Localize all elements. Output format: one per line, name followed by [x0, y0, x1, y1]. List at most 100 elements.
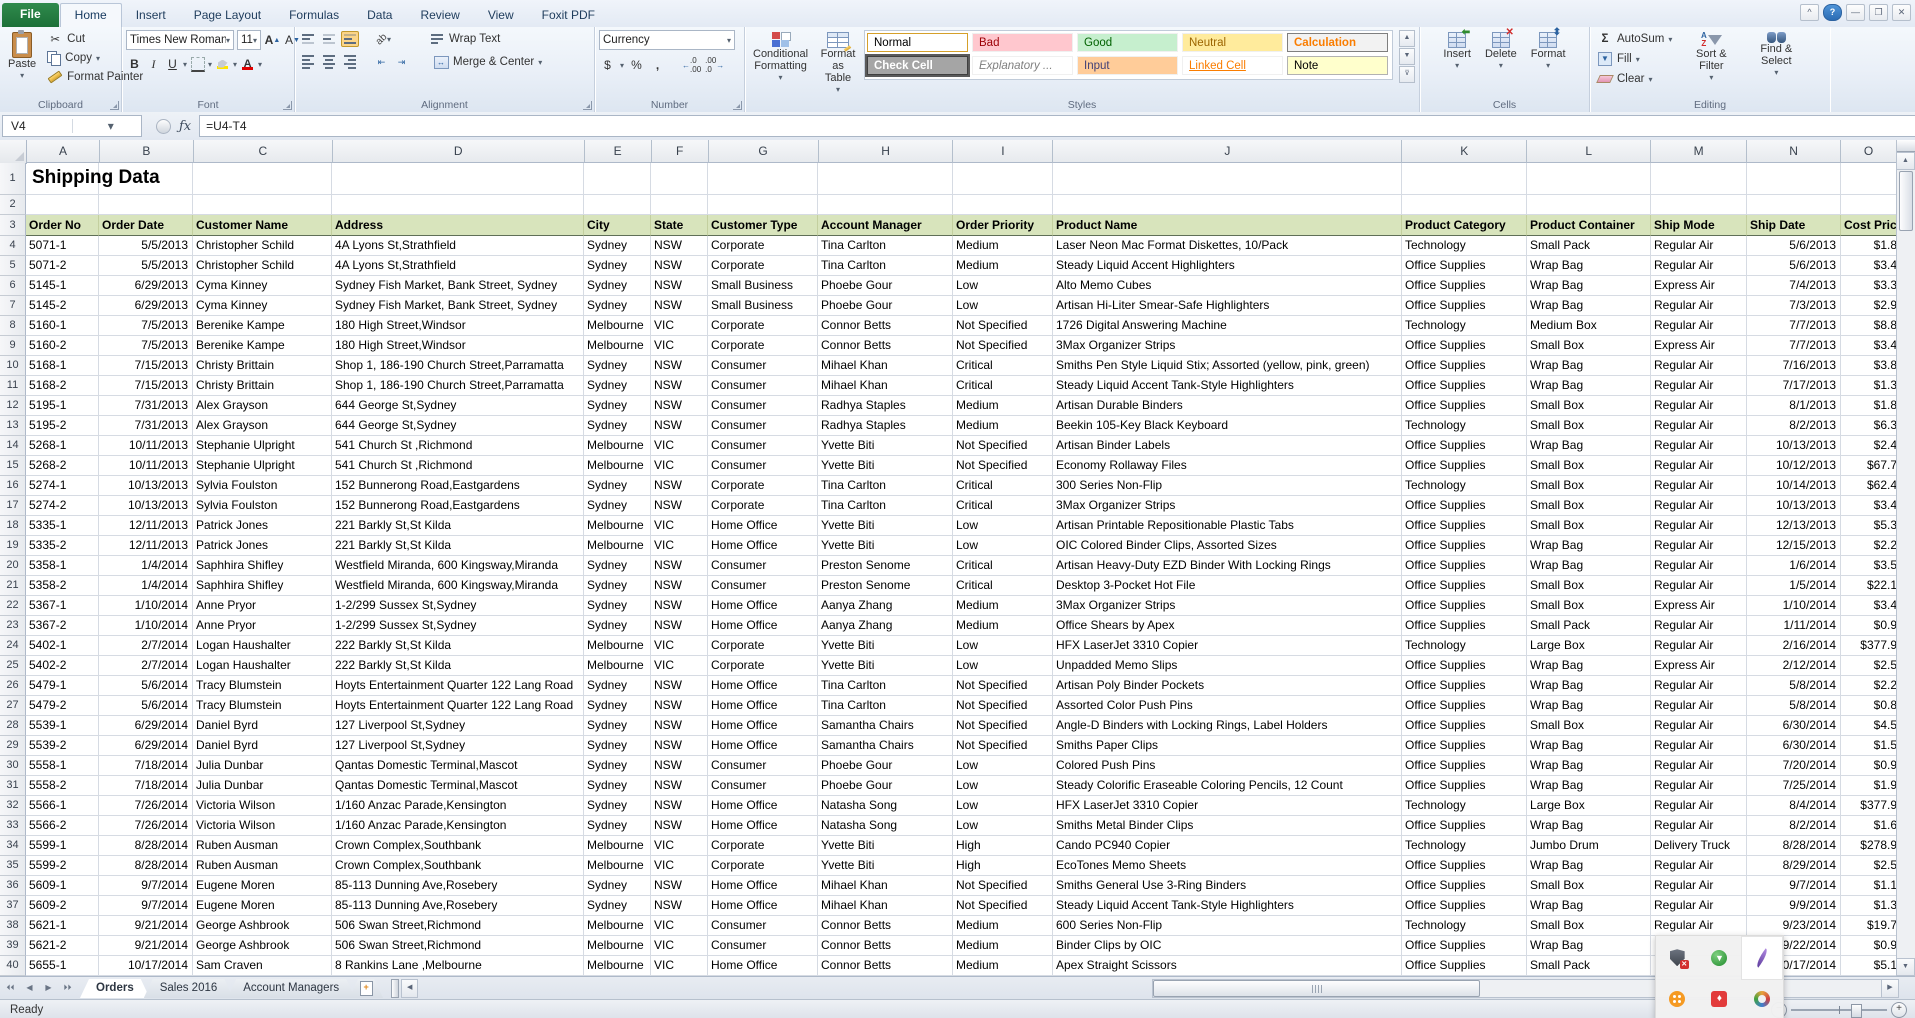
column-header-H[interactable]: H	[819, 140, 954, 163]
cell[interactable]: 7/17/2013	[1747, 376, 1841, 396]
hscroll-left-icon[interactable]: ◀	[401, 979, 418, 998]
cell[interactable]: Consumer	[708, 576, 818, 596]
cell[interactable]: Tina Carlton	[818, 696, 953, 716]
cell[interactable]: Regular Air	[1651, 756, 1747, 776]
cell[interactable]: Ruben Ausman	[193, 856, 332, 876]
vertical-scrollbar[interactable]: ▲ ▼	[1896, 140, 1915, 976]
cell[interactable]: Not Specified	[953, 456, 1053, 476]
cell[interactable]: Anne Pryor	[193, 596, 332, 616]
cell[interactable]: 1/4/2014	[99, 556, 193, 576]
cell[interactable]: Regular Air	[1651, 556, 1747, 576]
cell[interactable]: Large Box	[1527, 796, 1651, 816]
cell[interactable]: Smiths Metal Binder Clips	[1053, 816, 1402, 836]
cell[interactable]: Corporate	[708, 636, 818, 656]
cell[interactable]: Wrap Bag	[1527, 356, 1651, 376]
cell[interactable]: Wrap Bag	[1527, 296, 1651, 316]
cell[interactable]: Technology	[1402, 476, 1527, 496]
horizontal-scroll-thumb[interactable]	[1153, 980, 1480, 997]
cell[interactable]: Christy Brittain	[193, 376, 332, 396]
cell[interactable]: $1.3	[1841, 376, 1897, 396]
column-header-D[interactable]: D	[333, 140, 585, 163]
cell[interactable]: VIC	[651, 916, 708, 936]
cell[interactable]: 222 Barkly St,St Kilda	[332, 636, 584, 656]
cell[interactable]: $5.3	[1841, 516, 1897, 536]
cell[interactable]: Phoebe Gour	[818, 296, 953, 316]
cell[interactable]: Regular Air	[1651, 696, 1747, 716]
cell[interactable]: NSW	[651, 496, 708, 516]
cell[interactable]: 5335-2	[26, 536, 99, 556]
column-header-L[interactable]: L	[1527, 140, 1651, 163]
cell[interactable]: $1.8	[1841, 236, 1897, 256]
cell[interactable]: 5479-1	[26, 676, 99, 696]
row-header-15[interactable]: 15	[0, 456, 26, 476]
first-sheet-icon[interactable]: ⏴⏴	[2, 980, 19, 997]
column-label-cell[interactable]: Order Priority	[953, 215, 1053, 236]
cell[interactable]: Tina Carlton	[818, 676, 953, 696]
cell[interactable]: Aanya Zhang	[818, 616, 953, 636]
cell[interactable]: Yvette Biti	[818, 436, 953, 456]
cell[interactable]: 9/23/2014	[1747, 916, 1841, 936]
cell[interactable]: Tina Carlton	[818, 496, 953, 516]
cell[interactable]	[26, 195, 99, 215]
cell[interactable]: 7/26/2014	[99, 796, 193, 816]
cell[interactable]: 3Max Organizer Strips	[1053, 496, 1402, 516]
cell[interactable]: $1.3	[1841, 896, 1897, 916]
cell[interactable]: Qantas Domestic Terminal,Mascot	[332, 756, 584, 776]
cell[interactable]: Shop 1, 186-190 Church Street,Parramatta	[332, 376, 584, 396]
hscroll-right-icon[interactable]: ▶	[1881, 979, 1899, 998]
cell-style-note[interactable]: Note	[1287, 56, 1388, 75]
cell[interactable]: 5566-1	[26, 796, 99, 816]
cell[interactable]: Office Supplies	[1402, 856, 1527, 876]
cell[interactable]: Mihael Khan	[818, 896, 953, 916]
cell[interactable]: 9/21/2014	[99, 936, 193, 956]
row-header-36[interactable]: 36	[0, 876, 26, 896]
dock-item[interactable]: ▼	[1698, 936, 1740, 980]
cell[interactable]: Christopher Schild	[193, 236, 332, 256]
cell[interactable]: 7/4/2013	[1747, 276, 1841, 296]
cell[interactable]: Office Supplies	[1402, 716, 1527, 736]
cell[interactable]: 5/6/2013	[1747, 236, 1841, 256]
cell[interactable]: 221 Barkly St,St Kilda	[332, 536, 584, 556]
cell[interactable]: Office Supplies	[1402, 276, 1527, 296]
cell[interactable]: 7/16/2013	[1747, 356, 1841, 376]
cell[interactable]: VIC	[651, 956, 708, 976]
cell[interactable]: NSW	[651, 296, 708, 316]
cell[interactable]: 6/29/2014	[99, 736, 193, 756]
cell[interactable]: 5071-1	[26, 236, 99, 256]
cell[interactable]	[818, 163, 953, 195]
cell[interactable]: 5/8/2014	[1747, 676, 1841, 696]
cell[interactable]: Patrick Jones	[193, 536, 332, 556]
borders-icon[interactable]	[189, 55, 206, 73]
dock-item[interactable]	[1741, 980, 1783, 1018]
cell[interactable]: $278.9	[1841, 836, 1897, 856]
cell[interactable]: Home Office	[708, 736, 818, 756]
vertical-split-handle[interactable]	[1897, 140, 1915, 152]
cell[interactable]: Low	[953, 296, 1053, 316]
cell[interactable]: 3Max Organizer Strips	[1053, 596, 1402, 616]
cell[interactable]: 12/15/2013	[1747, 536, 1841, 556]
cell[interactable]: 12/13/2013	[1747, 516, 1841, 536]
cell[interactable]: Desktop 3-Pocket Hot File	[1053, 576, 1402, 596]
row-header-38[interactable]: 38	[0, 916, 26, 936]
column-label-cell[interactable]: Address	[332, 215, 584, 236]
cell[interactable]: Natasha Song	[818, 816, 953, 836]
cell[interactable]: Small Business	[708, 296, 818, 316]
cell[interactable]: NSW	[651, 236, 708, 256]
cell[interactable]: Victoria Wilson	[193, 816, 332, 836]
cell[interactable]: Mihael Khan	[818, 876, 953, 896]
cell[interactable]: Regular Air	[1651, 856, 1747, 876]
cell[interactable]: Office Supplies	[1402, 496, 1527, 516]
cell[interactable]: Wrap Bag	[1527, 256, 1651, 276]
cell[interactable]: VIC	[651, 856, 708, 876]
cell[interactable]: 1/10/2014	[99, 616, 193, 636]
cell[interactable]: Home Office	[708, 956, 818, 976]
cell[interactable]: 5402-2	[26, 656, 99, 676]
cell[interactable]: 1/11/2014	[1747, 616, 1841, 636]
cell[interactable]: Express Air	[1651, 276, 1747, 296]
cell[interactable]: Not Specified	[953, 736, 1053, 756]
comma-style-icon[interactable]: ,	[649, 56, 666, 74]
cell[interactable]: 5367-2	[26, 616, 99, 636]
cell[interactable]: Medium	[953, 236, 1053, 256]
cell[interactable]: Regular Air	[1651, 776, 1747, 796]
column-label-cell[interactable]: Customer Type	[708, 215, 818, 236]
